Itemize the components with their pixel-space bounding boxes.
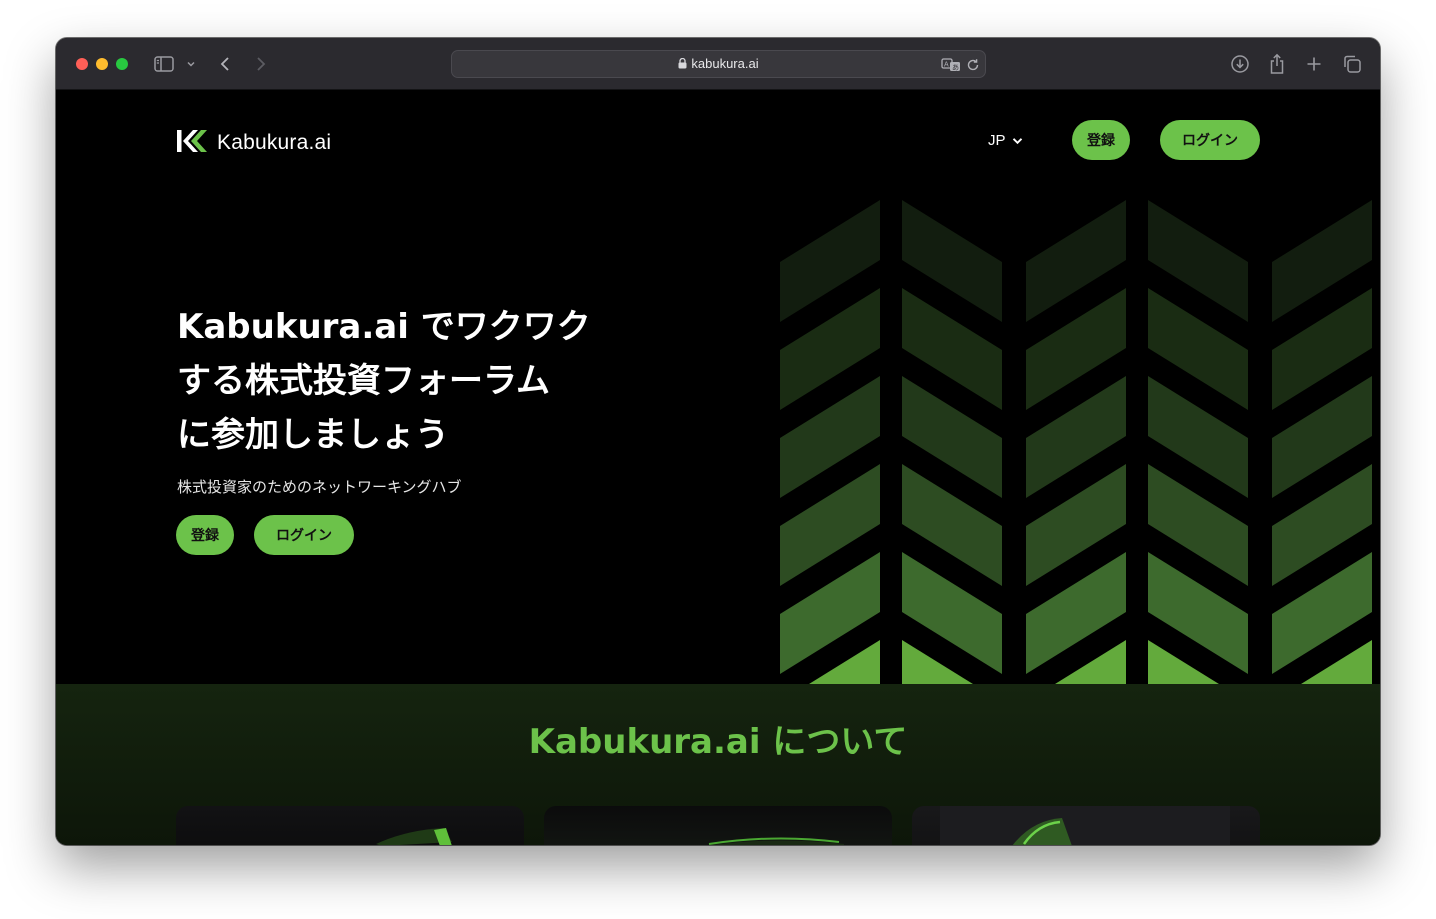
- lock-icon: [678, 52, 687, 78]
- reload-icon[interactable]: [964, 53, 982, 77]
- download-icon[interactable]: [1228, 52, 1252, 76]
- feature-card[interactable]: [176, 806, 524, 845]
- chevron-down-icon: [1012, 132, 1023, 149]
- nav-register-button[interactable]: 登録: [1072, 120, 1130, 160]
- minimize-window-button[interactable]: [96, 58, 108, 70]
- hero-title-line: に参加しましょう: [177, 415, 449, 455]
- browser-window: kabukura.ai Aあ Kabukura.ai JP 登録 ログイン Ka…: [56, 38, 1380, 845]
- chevron-down-icon[interactable]: [184, 52, 198, 76]
- zoom-window-button[interactable]: [116, 58, 128, 70]
- chevron-pattern: [780, 200, 1372, 685]
- hero-title: Kabukura.ai でワクワク する株式投資フォーラム に参加しましょう: [177, 300, 617, 462]
- tabs-overview-icon[interactable]: [1340, 52, 1364, 76]
- hero-title-line: する株式投資フォーラム: [177, 361, 550, 401]
- feature-card[interactable]: [912, 806, 1260, 845]
- hero-register-button[interactable]: 登録: [176, 515, 234, 555]
- sidebar-icon[interactable]: [152, 52, 176, 76]
- new-tab-icon[interactable]: [1303, 52, 1325, 76]
- hero-login-button[interactable]: ログイン: [254, 515, 354, 555]
- feature-card[interactable]: [544, 806, 892, 845]
- url-text: kabukura.ai: [691, 56, 759, 71]
- address-bar[interactable]: kabukura.ai Aあ: [451, 50, 986, 78]
- nav-login-button[interactable]: ログイン: [1160, 120, 1260, 160]
- share-icon[interactable]: [1265, 52, 1289, 76]
- translate-icon[interactable]: Aあ: [940, 53, 962, 77]
- forward-icon[interactable]: [252, 52, 270, 76]
- language-label: JP: [988, 131, 1006, 149]
- close-window-button[interactable]: [76, 58, 88, 70]
- card-image-shape: [940, 806, 1230, 845]
- svg-text:あ: あ: [952, 64, 959, 72]
- back-icon[interactable]: [216, 52, 234, 76]
- site-logo[interactable]: Kabukura.ai: [177, 129, 331, 157]
- about-title: Kabukura.ai について: [528, 722, 908, 762]
- logo-text: Kabukura.ai: [217, 131, 332, 154]
- about-section: Kabukura.ai について: [56, 684, 1380, 845]
- svg-text:A: A: [944, 62, 949, 69]
- hero-title-line: Kabukura.ai でワクワク: [177, 307, 591, 347]
- browser-toolbar: kabukura.ai Aあ: [56, 38, 1380, 90]
- web-page: Kabukura.ai JP 登録 ログイン Kabukura.ai でワクワク…: [56, 90, 1380, 845]
- logo-mark-icon: [177, 129, 209, 157]
- hero-subtitle: 株式投資家のためのネットワーキングハブ: [177, 478, 462, 496]
- language-selector[interactable]: JP: [988, 129, 1023, 151]
